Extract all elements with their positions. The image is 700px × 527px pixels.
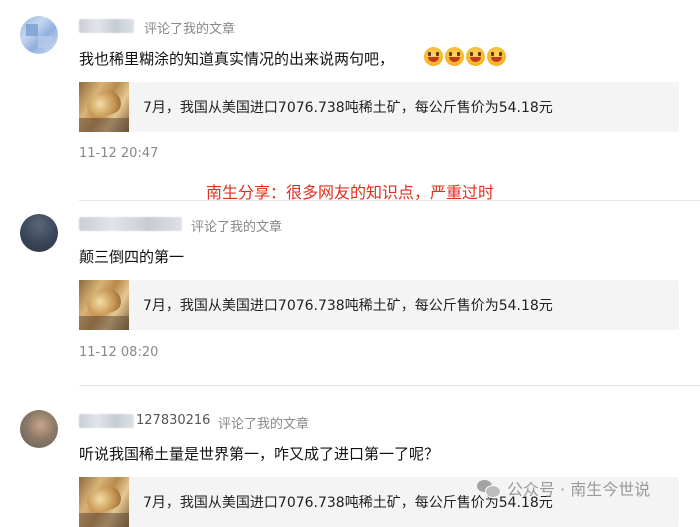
article-card[interactable]: 7月，我国从美国进口7076.738吨稀土矿，每公斤售价为54.18元	[79, 280, 679, 330]
wechat-icon	[477, 478, 501, 498]
watermark-text: 公众号 · 南生今世说	[507, 480, 651, 499]
watermark: 公众号 · 南生今世说	[477, 476, 650, 500]
comment-action: 评论了我的文章	[218, 417, 310, 432]
emoji-group	[424, 47, 506, 66]
article-thumbnail	[79, 477, 129, 527]
divider	[79, 385, 700, 386]
avatar[interactable]	[20, 214, 58, 252]
username-visible[interactable]: 127830216	[136, 413, 210, 428]
article-title: 7月，我国从美国进口7076.738吨稀土矿，每公斤售价为54.18元	[143, 298, 553, 314]
grin-emoji-icon	[487, 47, 506, 66]
comment-time: 11-12 20:47	[79, 146, 159, 161]
grin-emoji-icon	[424, 47, 443, 66]
article-title: 7月，我国从美国进口7076.738吨稀土矿，每公斤售价为54.18元	[143, 100, 553, 116]
article-card[interactable]: 7月，我国从美国进口7076.738吨稀土矿，每公斤售价为54.18元	[79, 82, 679, 132]
grin-emoji-icon	[445, 47, 464, 66]
username-blurred[interactable]	[79, 414, 134, 428]
divider	[79, 200, 700, 201]
username-blurred[interactable]	[79, 217, 182, 231]
comment-text: 我也稀里糊涂的知道真实情况的出来说两句吧，	[79, 50, 395, 68]
comment-action: 评论了我的文章	[191, 220, 283, 235]
comment-text: 颠三倒四的第一	[79, 248, 185, 266]
comment-text-row: 我也稀里糊涂的知道真实情况的出来说两句吧，	[0, 47, 700, 70]
comment-time: 11-12 08:20	[79, 345, 159, 360]
comment-action: 评论了我的文章	[144, 22, 236, 37]
username-blurred[interactable]	[79, 19, 134, 33]
grin-emoji-icon	[466, 47, 485, 66]
article-thumbnail	[79, 82, 129, 132]
avatar[interactable]	[20, 410, 58, 448]
article-thumbnail	[79, 280, 129, 330]
comment-text: 听说我国稀土量是世界第一，咋又成了进口第一了呢？	[79, 445, 440, 463]
